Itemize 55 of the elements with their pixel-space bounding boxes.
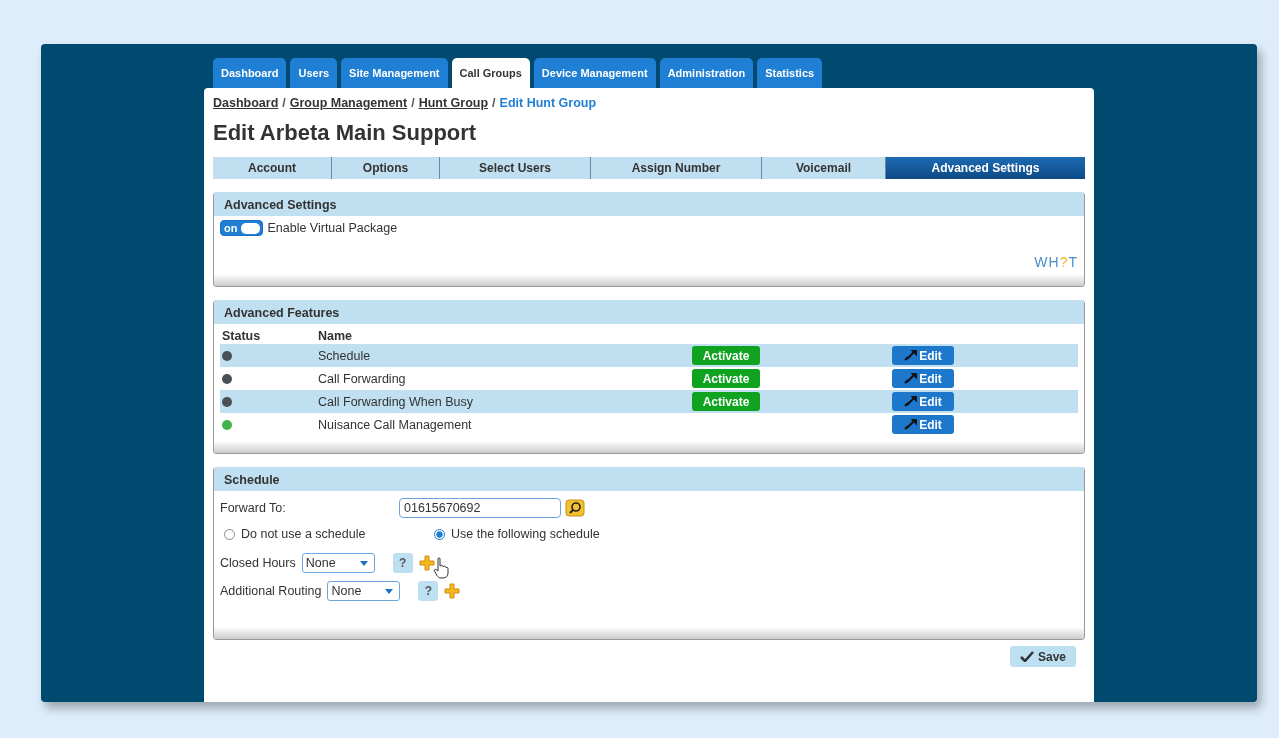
dropdown[interactable]: None xyxy=(327,581,401,601)
forward-number-field[interactable]: 01615670692 xyxy=(399,498,561,518)
page-title: Edit Arbeta Main Support xyxy=(213,120,478,147)
radio-label: Use the following schedule xyxy=(451,527,600,541)
edit-button[interactable]: Edit xyxy=(892,369,954,388)
feature-name: Schedule xyxy=(318,348,372,363)
edit-button[interactable]: Edit xyxy=(892,392,954,411)
section-header: Schedule xyxy=(214,467,1084,491)
activate-button[interactable]: Activate xyxy=(692,392,760,411)
save-button[interactable]: Save xyxy=(1010,646,1076,667)
field-label: Closed Hours xyxy=(220,556,296,570)
breadcrumb-link[interactable]: Hunt Group xyxy=(418,96,489,114)
add-icon[interactable] xyxy=(444,583,461,599)
radio-button[interactable] xyxy=(434,528,445,540)
activate-button[interactable]: Activate xyxy=(692,346,760,365)
column-header: Status xyxy=(221,329,262,343)
breadcrumb-link[interactable]: Edit Hunt Group xyxy=(499,96,597,114)
search-icon[interactable] xyxy=(565,498,585,518)
nav-tab[interactable]: Users xyxy=(290,58,338,88)
checkmark-icon xyxy=(1020,651,1034,662)
section-header: Advanced Features xyxy=(214,300,1084,324)
field-label: Additional Routing xyxy=(220,584,322,598)
help-button[interactable]: ? xyxy=(392,553,413,573)
nav-tab[interactable]: Device Management xyxy=(533,58,656,88)
feature-name: Nuisance Call Management xyxy=(318,417,473,432)
column-header: Name xyxy=(318,329,354,343)
edit-button[interactable]: Edit xyxy=(892,415,954,434)
field-label: Forward To: xyxy=(220,501,287,515)
toggle-switch[interactable]: on xyxy=(220,220,264,236)
feature-name: Call Forwarding When Busy xyxy=(318,394,474,409)
logo: WH?T xyxy=(1034,254,1078,270)
dropdown[interactable]: None xyxy=(301,553,375,573)
radio-button[interactable] xyxy=(224,528,235,540)
activate-button[interactable]: Activate xyxy=(692,369,760,388)
section-header: Advanced Settings xyxy=(214,192,1084,216)
breadcrumb-link[interactable]: Group Management xyxy=(289,96,408,114)
toggle-label: Enable Virtual Package xyxy=(267,221,398,235)
nav-tab[interactable]: Administration xyxy=(659,58,754,88)
radio-label: Do not use a schedule xyxy=(241,527,366,541)
nav-tab[interactable]: Dashboard xyxy=(213,58,287,88)
sub-tab[interactable]: Advanced Settings xyxy=(886,157,1085,179)
breadcrumb-link[interactable]: Dashboard xyxy=(213,96,279,114)
caret-icon xyxy=(359,560,368,566)
edit-button[interactable]: Edit xyxy=(892,346,954,365)
breadcrumb-separator: / xyxy=(492,96,496,112)
add-icon[interactable] xyxy=(418,555,435,571)
nav-tab[interactable]: Call Groups xyxy=(451,58,530,88)
nav-tab[interactable]: Site Management xyxy=(341,58,448,88)
breadcrumb-separator: / xyxy=(411,96,415,112)
breadcrumb-separator: / xyxy=(282,96,286,112)
caret-icon xyxy=(385,588,394,594)
nav-tab[interactable]: Statistics xyxy=(757,58,823,88)
help-button[interactable]: ? xyxy=(418,581,439,601)
hand-cursor-icon xyxy=(433,557,449,579)
feature-name: Call Forwarding xyxy=(318,371,407,386)
